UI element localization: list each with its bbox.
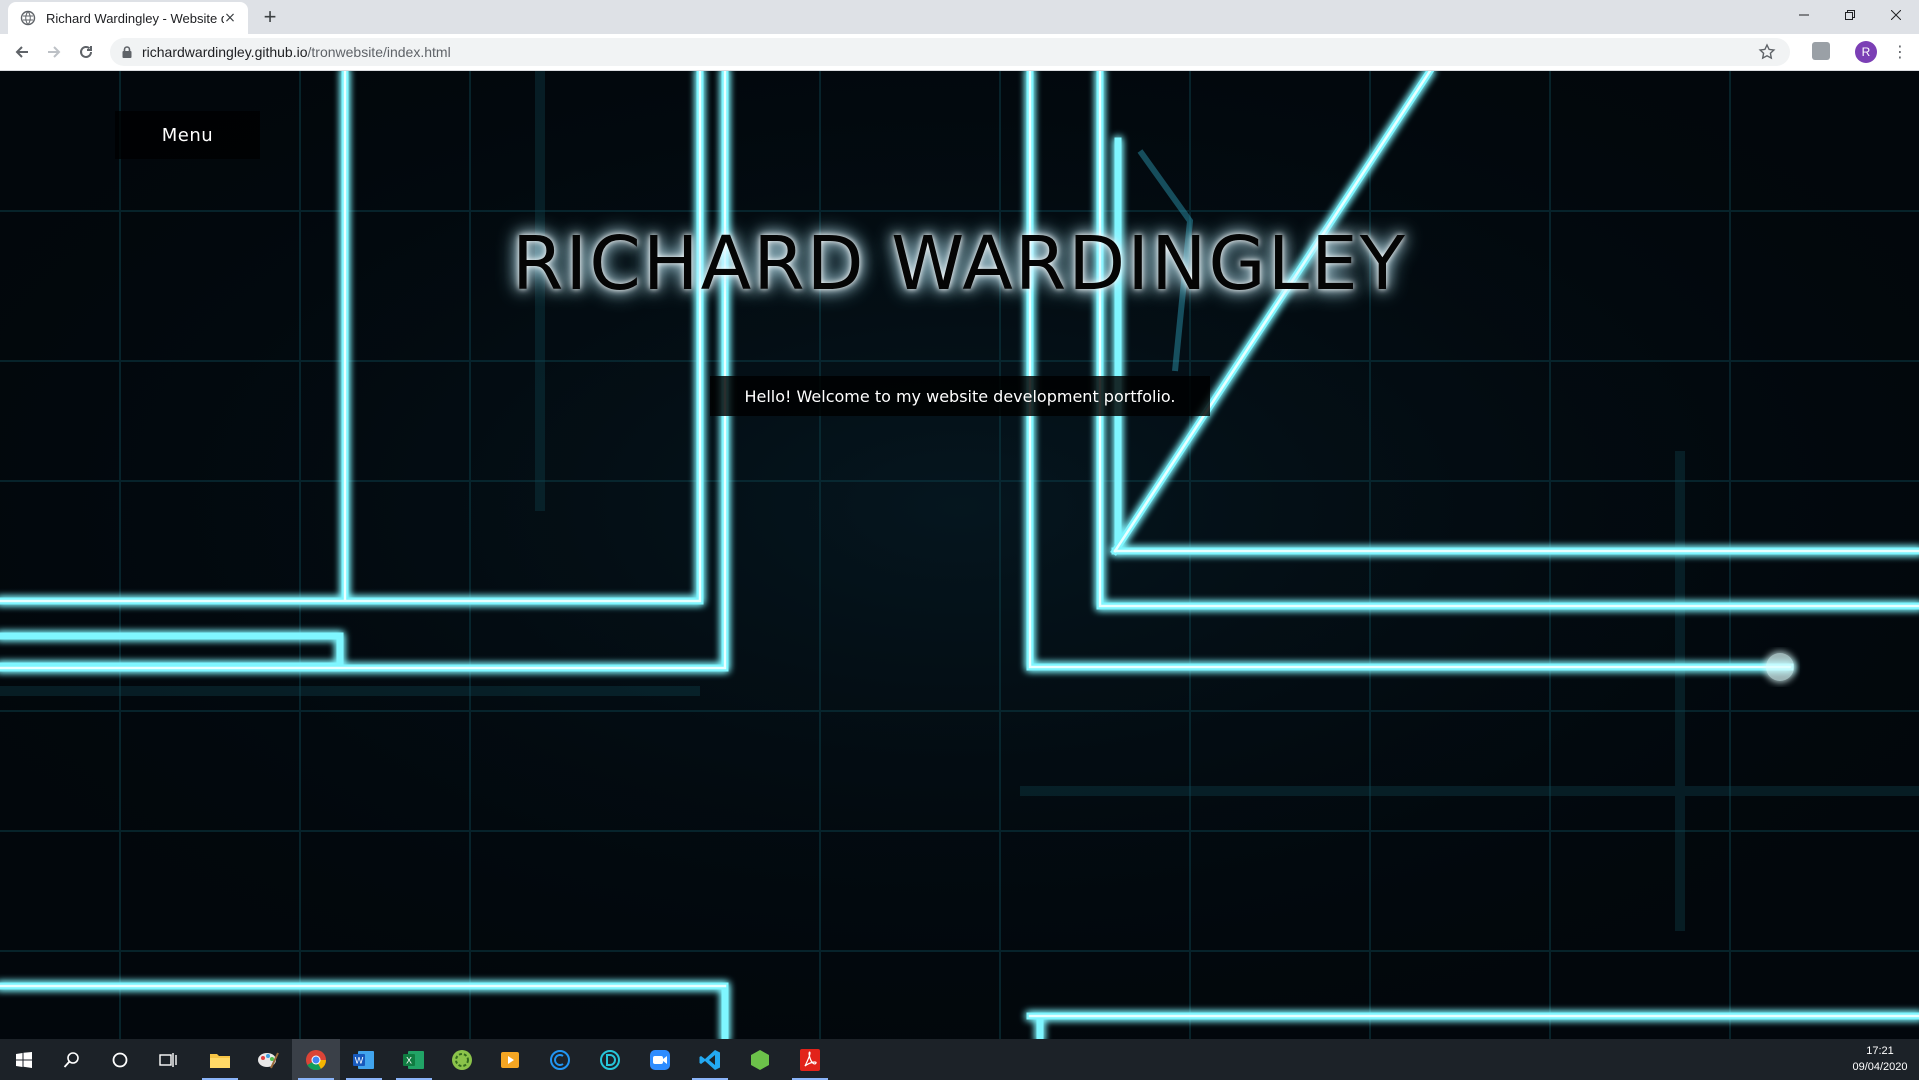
word-icon[interactable]: W — [340, 1039, 388, 1080]
close-window-icon[interactable] — [1873, 0, 1919, 30]
welcome-banner: Hello! Welcome to my website development… — [710, 376, 1210, 416]
url-path: /tronwebsite/index.html — [307, 44, 451, 60]
paint-icon[interactable] — [244, 1039, 292, 1080]
restore-icon[interactable] — [1827, 0, 1873, 30]
green-app-icon[interactable] — [438, 1039, 486, 1080]
media-player-icon[interactable] — [486, 1039, 534, 1080]
acrobat-icon[interactable] — [786, 1039, 834, 1080]
tab-title: Richard Wardingley - Website de — [46, 10, 224, 26]
clock-date: 09/04/2020 — [1852, 1061, 1908, 1073]
excel-icon[interactable]: X — [390, 1039, 438, 1080]
bookmark-star-icon[interactable] — [1758, 43, 1776, 61]
vscode-icon[interactable] — [686, 1039, 734, 1080]
menu-button[interactable]: Menu — [115, 111, 260, 159]
minimize-icon[interactable] — [1781, 0, 1827, 30]
chrome-icon[interactable] — [292, 1039, 340, 1080]
address-bar[interactable]: richardwardingley.github.io/tronwebsite/… — [110, 38, 1790, 66]
node-icon[interactable] — [736, 1039, 784, 1080]
browser-tab[interactable]: Richard Wardingley - Website de × — [8, 2, 248, 34]
lock-icon — [122, 46, 132, 58]
extension-icon[interactable] — [1812, 42, 1830, 60]
tab-close-icon[interactable]: × — [222, 10, 238, 26]
page-viewport: Menu RICHARD WARDINGLEY Hello! Welcome t… — [0, 71, 1919, 1039]
site-title: RICHARD WARDINGLEY — [512, 221, 1407, 307]
search-icon[interactable] — [48, 1039, 96, 1080]
menu-label: Menu — [161, 124, 214, 146]
clock-time: 17:21 — [1866, 1045, 1894, 1057]
zoom-icon[interactable] — [636, 1039, 684, 1080]
file-explorer-icon[interactable] — [196, 1039, 244, 1080]
forward-arrow-icon[interactable] — [42, 40, 66, 64]
profile-avatar[interactable]: R — [1855, 41, 1877, 63]
welcome-text: Hello! Welcome to my website development… — [744, 386, 1176, 406]
windows-taskbar: W X 17:21 09/04/2020 — [0, 1039, 1919, 1080]
system-clock[interactable]: 17:21 09/04/2020 — [1845, 1043, 1915, 1075]
windows-start-icon[interactable] — [0, 1039, 48, 1080]
browser-toolbar: richardwardingley.github.io/tronwebsite/… — [0, 34, 1919, 71]
d-app-icon[interactable] — [586, 1039, 634, 1080]
back-arrow-icon[interactable] — [10, 40, 34, 64]
globe-icon — [20, 10, 36, 26]
svg-text:W: W — [355, 1055, 364, 1065]
url-host: richardwardingley.github.io — [142, 44, 308, 60]
svg-text:X: X — [406, 1055, 412, 1065]
browser-tab-strip: Richard Wardingley - Website de × + — [0, 0, 1919, 34]
new-tab-button[interactable]: + — [258, 5, 282, 29]
tron-grid-background — [0, 71, 1919, 1039]
reload-icon[interactable] — [74, 40, 98, 64]
ccleaner-icon[interactable] — [536, 1039, 584, 1080]
more-menu-icon[interactable]: ⋮ — [1890, 42, 1910, 62]
cortana-icon[interactable] — [96, 1039, 144, 1080]
task-view-icon[interactable] — [144, 1039, 192, 1080]
